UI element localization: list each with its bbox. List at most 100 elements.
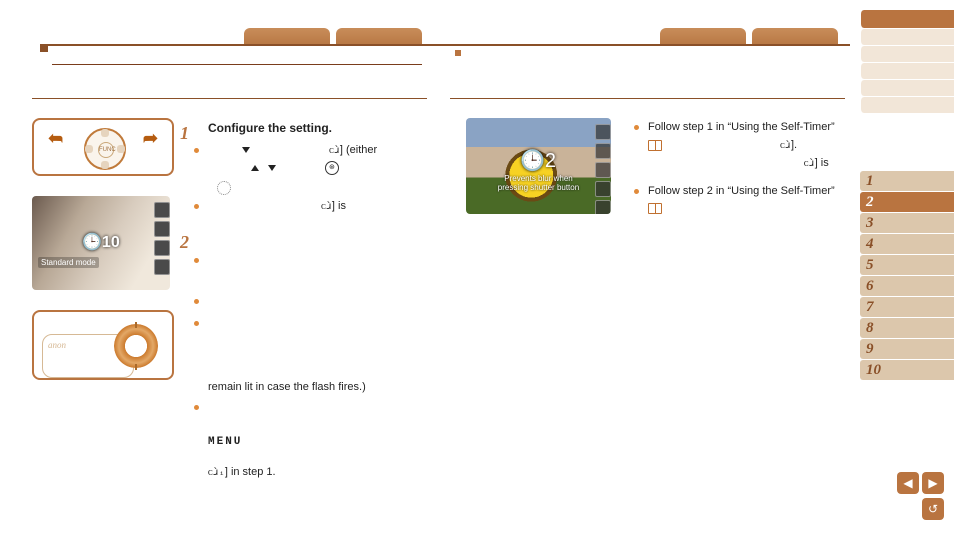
sidebar-block[interactable]	[860, 63, 954, 79]
step-number-1: 1	[180, 120, 189, 146]
right-b1-refs: ᴄɹ̀].	[648, 138, 844, 154]
step1-b3-tail: ] is	[332, 200, 346, 212]
sidebar-header[interactable]	[860, 10, 954, 28]
step2-bullet-4	[186, 400, 432, 416]
sidebar-block[interactable]	[860, 80, 954, 96]
chapter-number: 6	[866, 278, 874, 295]
prev-page-button[interactable]: ◀	[897, 472, 919, 494]
dial-icon: FUNC	[84, 128, 126, 170]
chapter-number: 8	[866, 320, 874, 337]
manual-page: ➦ ➦ FUNC 🕒10 Standard mode anon	[0, 0, 954, 534]
photo2-side-icon	[595, 200, 611, 214]
dial-arrow-right-icon: ➦	[143, 128, 158, 149]
control-ring-icon	[217, 181, 231, 195]
self-timer-icon: ᴄɹ̀	[321, 200, 332, 215]
chapter-number: 3	[866, 215, 874, 232]
divider-left	[32, 98, 427, 99]
chapter-link-2[interactable]: 2	[860, 192, 954, 212]
chapter-number: 4	[866, 236, 874, 253]
dial-arrow-left-icon: ➦	[48, 128, 63, 149]
divider-right	[450, 98, 845, 99]
page-nav: ◀▶ ↺	[894, 472, 944, 520]
photo2-icon-column	[595, 124, 609, 214]
tab-4[interactable]	[752, 28, 838, 44]
step1-bullet-3: ᴄɹ̀] is	[186, 199, 432, 215]
sample-photo-flower: 🕒2 Prevents blur when pressing shutter b…	[466, 118, 611, 214]
dial-center-label: FUNC	[98, 142, 114, 158]
right-bullet-1: Follow step 1 in “Using the Self-Timer”	[626, 120, 844, 136]
photo2-side-icon	[595, 162, 611, 178]
self-timer-2-icon: ᴄɹ̀	[804, 157, 815, 172]
photo2-side-icon	[595, 181, 611, 197]
page-ref-icon	[648, 140, 662, 151]
step2-title	[208, 229, 432, 246]
self-timer-icon: ᴄɹ̀	[329, 144, 340, 159]
photo1-side-icon	[154, 240, 170, 256]
control-dial-diagram: ➦ ➦ FUNC	[32, 118, 174, 176]
self-timer-2-icon: ᴄɹ̀	[780, 139, 791, 154]
chapter-link-9[interactable]: 9	[860, 339, 954, 359]
step2-bullet-1	[186, 253, 432, 269]
top-rule-cap	[40, 44, 48, 52]
photo2-side-icon	[595, 124, 611, 140]
page-ref-icon	[648, 203, 662, 214]
section-left-title	[52, 46, 422, 65]
chapter-link-4[interactable]: 4	[860, 234, 954, 254]
tab-3[interactable]	[660, 28, 746, 44]
instructions-column-right: Follow step 1 in “Using the Self-Timer” …	[626, 118, 844, 218]
photo1-side-icon	[154, 202, 170, 218]
menu-button-label: MENU	[208, 434, 432, 451]
photo2-side-icon	[595, 143, 611, 159]
up-triangle-icon	[251, 165, 259, 171]
camera-body-diagram: anon	[32, 310, 174, 380]
chapter-link-1[interactable]: 1	[860, 171, 954, 191]
chapter-number: 9	[866, 341, 874, 358]
step2-bullet-2	[186, 294, 432, 310]
camera-brand-text: anon	[48, 340, 66, 350]
sidebar-block[interactable]	[860, 29, 954, 45]
chapter-number: 7	[866, 299, 874, 316]
chapter-link-7[interactable]: 7	[860, 297, 954, 317]
sample-photo-people: 🕒10 Standard mode	[32, 196, 170, 290]
chapter-number: 1	[866, 173, 874, 190]
down-triangle-icon	[268, 165, 276, 171]
next-page-button[interactable]: ▶	[922, 472, 944, 494]
step-number-2: 2	[180, 229, 189, 255]
lamp-note: remain lit in case the flash fires.)	[208, 380, 432, 396]
chapter-number: 10	[866, 362, 881, 379]
chapter-link-8[interactable]: 8	[860, 318, 954, 338]
chapter-number: 2	[866, 194, 874, 211]
step1-b1-tail: ] (either	[340, 144, 377, 156]
note-in-step1: ᴄɹ̀ᵢ] in step 1.	[208, 465, 432, 481]
chapter-link-10[interactable]: 10	[860, 360, 954, 380]
instructions-column-left: 1 Configure the setting. ᴄɹ̀] (either ⊛	[186, 120, 432, 481]
sidebar-block[interactable]	[860, 97, 954, 113]
photo-mode-caption: Standard mode	[38, 257, 99, 268]
camera-mode-dial-icon	[114, 324, 158, 368]
chapter-link-3[interactable]: 3	[860, 213, 954, 233]
right-b2-refs	[648, 202, 844, 218]
right-bullet-2: Follow step 2 in “Using the Self-Timer”	[626, 184, 844, 200]
tab-2[interactable]	[336, 28, 422, 44]
step1-bullet-2: ⊛	[186, 161, 432, 177]
chapter-link-5[interactable]: 5	[860, 255, 954, 275]
down-triangle-icon	[242, 147, 250, 153]
step1-bullet-1: ᴄɹ̀] (either	[186, 143, 432, 159]
section-right-marker	[455, 50, 461, 56]
self-timer-off-icon: ᴄɹ̀ᵢ	[208, 466, 225, 481]
right-b1-note: ᴄɹ̀] is	[648, 156, 844, 172]
sidebar: 1 2 3 4 5 6 7 8 9 10	[860, 10, 954, 381]
chapter-link-6[interactable]: 6	[860, 276, 954, 296]
func-set-icon: ⊛	[325, 161, 339, 175]
return-button[interactable]: ↺	[922, 498, 944, 520]
tab-1[interactable]	[244, 28, 330, 44]
timer-2sec-overlay: 🕒2	[520, 148, 556, 173]
photo1-side-icon	[154, 259, 170, 275]
chapter-number: 5	[866, 257, 874, 274]
sidebar-block[interactable]	[860, 46, 954, 62]
step1-title: Configure the setting.	[208, 120, 432, 137]
step1-bullet-ring	[186, 181, 432, 197]
timer-overlay: 🕒10	[82, 232, 120, 252]
photo-hint-overlay: Prevents blur when pressing shutter butt…	[466, 174, 611, 192]
photo1-icon-column	[154, 202, 168, 278]
